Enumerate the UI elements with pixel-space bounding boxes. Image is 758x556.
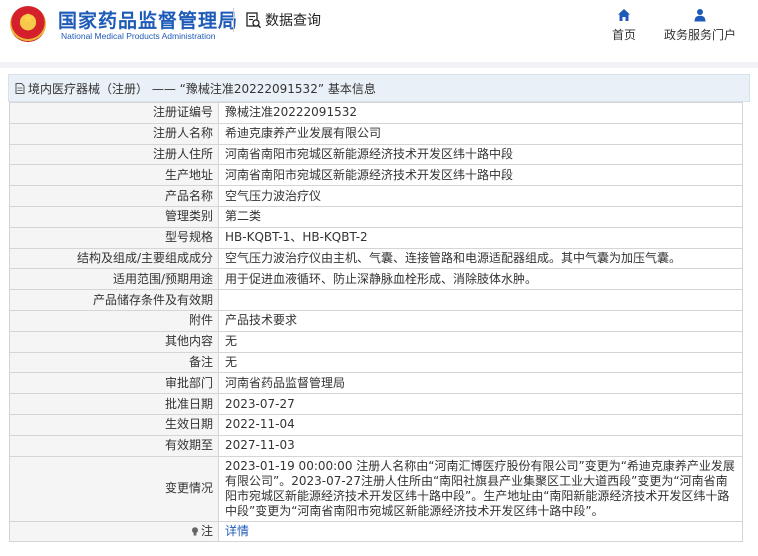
table-row: 审批部门 河南省药品监督管理局 [9,372,743,395]
field-label: 批准日期 [9,393,219,415]
registration-info-table: 注册证编号 豫械注准20222091532 注册人名称 希迪克康养产业发展有限公司 注册… [9,102,743,543]
field-value: 河南省药品监督管理局 [218,372,743,395]
site-name-en: National Medical Products Administration [61,31,216,41]
details-link[interactable]: 详情 [225,524,249,538]
data-query-label: 数据查询 [265,13,321,29]
field-value: 2022-11-04 [218,413,743,436]
field-label: 生产地址 [9,164,219,187]
site-header: ★ 国家药品监督管理局 National Medical Products Ad… [0,0,758,62]
field-label: 备注 [9,351,219,374]
lightbulb-icon [191,527,198,536]
table-row: 管理类别 第二类 [9,205,743,228]
field-label: 审批部门 [9,372,219,395]
field-value: 无 [218,351,743,374]
nav-service-portal[interactable]: 政务服务门户 [660,8,740,43]
document-icon [15,82,25,94]
nav-portal-label: 政务服务门户 [663,28,736,42]
header-gap [0,62,758,68]
field-label: 其他内容 [9,330,219,353]
table-row: 生效日期 2022-11-04 [9,413,743,436]
field-label: 适用范围/预期用途 [9,268,219,291]
data-query-link[interactable]: 数据查询 [246,10,321,30]
field-value: 2023-07-27 [218,393,743,415]
breadcrumb: 境内医疗器械（注册） —— “豫械注准20222091532” 基本信息 [8,74,750,102]
field-value: 产品技术要求 [218,309,743,332]
nav-home-label: 首页 [611,28,636,42]
table-row: 有效期至 2027-11-03 [9,434,743,457]
table-row: 其他内容无 [9,330,743,353]
field-value: 2023-01-19 00:00:00 注册人名称由“河南汇博医疗股份有限公司”… [218,455,743,522]
table-row: 注册证编号 豫械注准20222091532 [9,102,743,124]
breadcrumb-text: 境内医疗器械（注册） —— “豫械注准20222091532” 基本信息 [28,81,376,96]
field-label: 注册证编号 [9,102,219,124]
note-label: 注 [200,523,213,538]
registration-info-body: 注册证编号 豫械注准20222091532 注册人名称 希迪克康养产业发展有限公司 注册… [9,102,743,457]
field-label: 型号规格 [9,226,219,249]
field-value: 空气压力波治疗仪 [218,185,743,207]
field-value: 2027-11-03 [218,434,743,457]
table-row: 型号规格 HB-KQBT-1、HB-KQBT-2 [9,226,743,249]
table-row: 附件 产品技术要求 [9,309,743,332]
field-label: 产品名称 [9,185,219,207]
table-row: 生产地址 河南省南阳市宛城区新能源经济技术开发区纬十路中段 [9,164,743,187]
field-value: 豫械注准20222091532 [218,102,743,124]
field-label: 注册人名称 [9,122,219,145]
field-label: 结构及组成/主要组成成分 [9,247,219,270]
table-row: 产品名称 空气压力波治疗仪 [9,185,743,207]
field-value [218,289,743,311]
field-label: 有效期至 [9,434,219,457]
registration-info-footer: 变更情况 2023-01-19 00:00:00 注册人名称由“河南汇博医疗股份… [9,455,743,543]
field-value: 河南省南阳市宛城区新能源经济技术开发区纬十路中段 [218,143,743,166]
header-divider [233,8,234,32]
note-value-cell: 详情 [218,520,743,543]
field-label: 注册人住所 [9,143,219,166]
field-value: 空气压力波治疗仪由主机、气囊、连接管路和电源适配器组成。其中气囊为加压气囊。 [218,247,743,270]
table-row: 结构及组成/主要组成成分 空气压力波治疗仪由主机、气囊、连接管路和电源适配器组成。… [9,247,743,270]
field-label: 产品储存条件及有效期 [9,289,219,311]
table-row: 注册人住所 河南省南阳市宛城区新能源经济技术开发区纬十路中段 [9,143,743,166]
table-row: 注册人名称 希迪克康养产业发展有限公司 [9,122,743,145]
site-name-cn[interactable]: 国家药品监督管理局 [58,6,238,33]
field-value: HB-KQBT-1、HB-KQBT-2 [218,226,743,249]
home-icon [618,9,630,21]
field-value: 无 [218,330,743,353]
table-row-note: 注 详情 [9,520,743,543]
table-row: 产品储存条件及有效期 [9,289,743,311]
table-row: 批准日期 2023-07-27 [9,393,743,415]
field-label: 管理类别 [9,205,219,228]
search-document-icon [246,11,261,28]
nav-home[interactable]: 首页 [610,8,638,43]
table-row: 适用范围/预期用途 用于促进血液循环、防止深静脉血栓形成、消除肢体水肿。 [9,268,743,291]
field-label: 生效日期 [9,413,219,436]
table-row: 备注无 [9,351,743,374]
field-value: 希迪克康养产业发展有限公司 [218,122,743,145]
field-value: 第二类 [218,205,743,228]
field-label: 附件 [9,309,219,332]
user-icon [694,9,706,22]
table-row-change: 变更情况 2023-01-19 00:00:00 注册人名称由“河南汇博医疗股份… [9,455,743,522]
field-value: 河南省南阳市宛城区新能源经济技术开发区纬十路中段 [218,164,743,187]
field-value: 用于促进血液循环、防止深静脉血栓形成、消除肢体水肿。 [218,268,743,291]
field-label: 变更情况 [9,455,219,522]
note-label-cell: 注 [9,520,219,543]
national-emblem-icon: ★ [10,6,46,42]
